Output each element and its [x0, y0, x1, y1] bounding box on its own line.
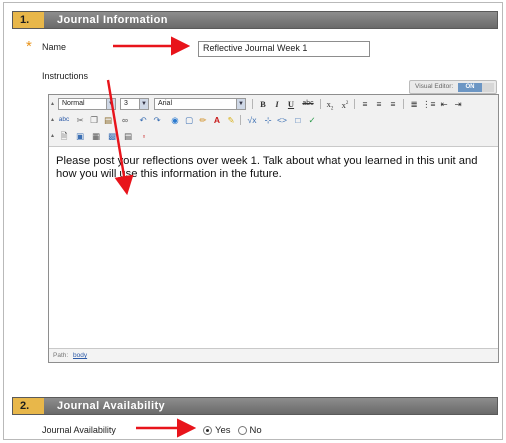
highlight-icon[interactable]: ✎ [225, 114, 237, 126]
name-input[interactable]: Reflective Journal Week 1 [198, 41, 370, 57]
section-header-journal-information: 1. Journal Information [12, 11, 498, 29]
pencil-icon[interactable]: ✏ [197, 114, 209, 126]
visual-editor-label: Visual Editor: [415, 83, 454, 90]
superscript-icon[interactable]: x2 [339, 98, 351, 110]
redo-icon[interactable]: ↷ [151, 114, 163, 126]
required-icon: * [26, 38, 32, 55]
size-select[interactable]: 3 ▼ [120, 98, 149, 110]
indent-icon[interactable]: ⇥ [452, 98, 464, 110]
toolbar-divider [320, 99, 321, 109]
mashup-icon[interactable]: ▦ [90, 130, 102, 142]
format-select-value: Normal [62, 100, 85, 107]
size-select-value: 3 [124, 100, 128, 107]
section-number: 1. [13, 12, 44, 28]
path-body-link[interactable]: body [73, 352, 87, 359]
strikethrough-icon[interactable]: abc [299, 98, 317, 110]
chevron-down-icon: ▼ [236, 99, 245, 109]
availability-no-label[interactable]: No [250, 425, 262, 436]
name-label: Name [42, 42, 67, 52]
collapse-icon[interactable]: ▴ [51, 100, 54, 107]
visual-editor-on-state[interactable]: ON [458, 83, 482, 92]
toolbar-row-2: ▴ abc ✂ ❐ ▤ ∞ ↶ ↷ ◉ ▢ ✏ A ✎ √x ⊹ <> □ ✓ [49, 113, 498, 129]
media-icon[interactable]: ▩ [106, 130, 118, 142]
visual-editor-toggle[interactable]: Visual Editor: ON [409, 80, 497, 94]
ordered-list-icon[interactable]: ≣ [408, 98, 420, 110]
editor-toolbar: ▴ Normal ▼ 3 ▼ Arial ▼ B I U abc x2 x2 ≡… [49, 95, 498, 147]
visual-editor-off-state[interactable] [482, 83, 494, 92]
chevron-down-icon: ▼ [106, 99, 115, 109]
font-select[interactable]: Arial ▼ [154, 98, 246, 110]
math-icon[interactable]: √x [244, 114, 260, 126]
file-icon[interactable]: 🗎 [58, 130, 70, 142]
toolbar-divider [403, 99, 404, 109]
underline-icon[interactable]: U [285, 98, 297, 110]
page-icon[interactable]: ▤ [122, 130, 134, 142]
rich-text-editor[interactable]: ▴ Normal ▼ 3 ▼ Arial ▼ B I U abc x2 x2 ≡… [48, 94, 499, 363]
embed-icon[interactable]: ⊹ [262, 114, 274, 126]
text-color-icon[interactable]: A [211, 114, 223, 126]
font-select-value: Arial [158, 100, 173, 107]
box-icon[interactable]: ▢ [183, 114, 195, 126]
paste-icon[interactable]: ▤ [102, 114, 114, 126]
pdf-icon[interactable]: ▫ [138, 130, 150, 142]
section-title: Journal Availability [57, 400, 166, 412]
availability-no-radio[interactable] [237, 426, 247, 435]
section-number: 2. [13, 398, 44, 414]
toolbar-divider [252, 99, 253, 109]
italic-icon[interactable]: I [271, 98, 283, 110]
editor-content[interactable]: Please post your reflections over week 1… [56, 155, 492, 181]
path-label: Path: [53, 352, 69, 359]
availability-radio-group: Yes No [203, 425, 262, 436]
editor-statusbar: Path: body [49, 348, 498, 362]
toolbar-row-1: ▴ Normal ▼ 3 ▼ Arial ▼ B I U abc x2 x2 ≡… [49, 97, 498, 113]
availability-yes-label[interactable]: Yes [215, 425, 231, 436]
align-center-icon[interactable]: ≡ [373, 98, 385, 110]
spellcheck-icon[interactable]: abc [58, 114, 70, 126]
undo-icon[interactable]: ↶ [137, 114, 149, 126]
section-header-journal-availability: 2. Journal Availability [12, 397, 498, 415]
format-select[interactable]: Normal ▼ [58, 98, 116, 110]
copy-icon[interactable]: ❐ [88, 114, 100, 126]
bold-icon[interactable]: B [257, 98, 269, 110]
table-icon[interactable]: □ [292, 114, 304, 126]
align-left-icon[interactable]: ≡ [359, 98, 371, 110]
collapse-icon[interactable]: ▴ [51, 132, 54, 139]
cut-icon[interactable]: ✂ [74, 114, 86, 126]
unordered-list-icon[interactable]: ⋮≡ [422, 98, 435, 110]
web-link-icon[interactable]: ◉ [169, 114, 181, 126]
journal-form: 1. Journal Information * Name Reflective… [3, 2, 503, 440]
instructions-label: Instructions [42, 71, 89, 81]
check-icon[interactable]: ✓ [306, 114, 318, 126]
toolbar-divider [240, 115, 241, 125]
availability-label: Journal Availability [42, 425, 116, 435]
outdent-icon[interactable]: ⇤ [438, 98, 450, 110]
subscript-icon[interactable]: x2 [324, 98, 336, 112]
section-title: Journal Information [57, 14, 168, 26]
html-icon[interactable]: <> [276, 114, 288, 126]
align-right-icon[interactable]: ≡ [387, 98, 399, 110]
availability-yes-radio[interactable] [203, 426, 212, 435]
collapse-icon[interactable]: ▴ [51, 116, 54, 123]
link-icon[interactable]: ∞ [119, 114, 131, 126]
toolbar-divider [354, 99, 355, 109]
toolbar-row-3: ▴ 🗎 ▣ ▦ ▩ ▤ ▫ [49, 129, 498, 145]
chevron-down-icon: ▼ [139, 99, 148, 109]
image-icon[interactable]: ▣ [74, 130, 86, 142]
